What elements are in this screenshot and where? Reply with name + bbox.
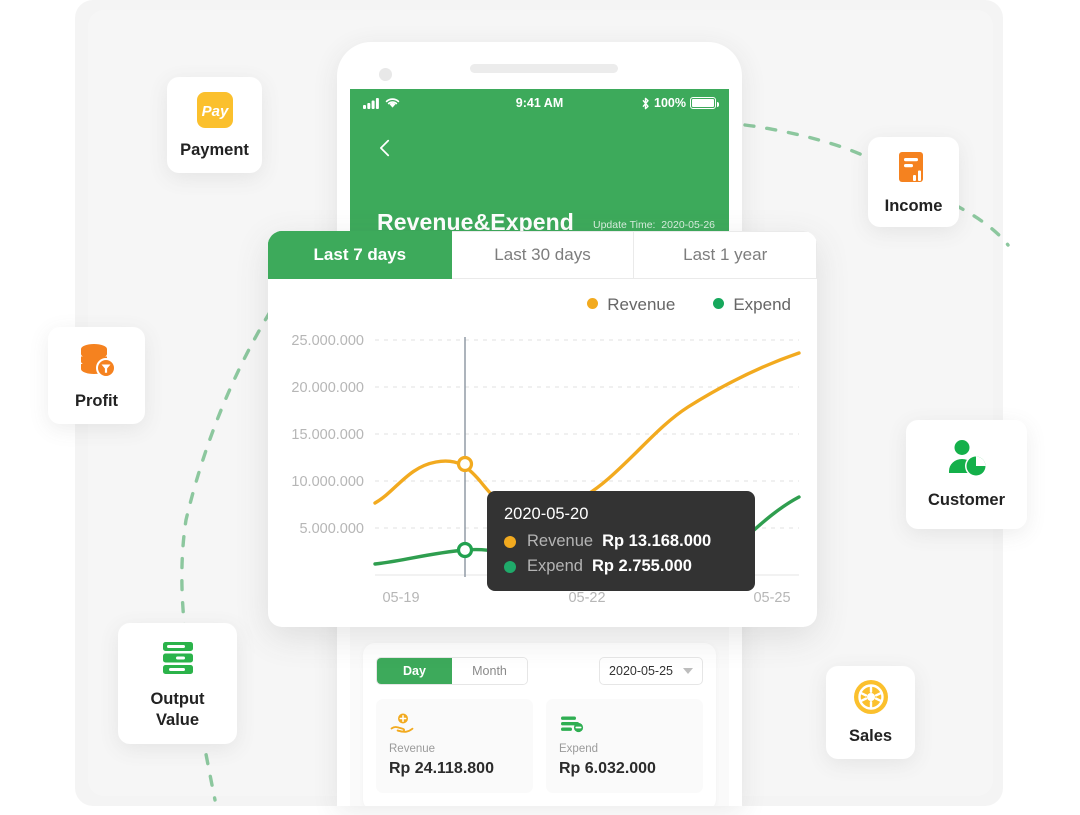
tooltip-expend-value: Rp 2.755.000 bbox=[591, 557, 692, 575]
y-tick-5m: 5.000.000 bbox=[299, 521, 364, 537]
feature-card-income-label: Income bbox=[884, 196, 943, 215]
pay-badge-icon: Pay bbox=[195, 90, 235, 130]
tooltip-revenue-value: Rp 13.168.000 bbox=[602, 532, 712, 550]
tooltip-date: 2020-05-20 bbox=[504, 505, 589, 523]
feature-card-customer[interactable]: Customer bbox=[906, 420, 1027, 529]
update-time-label: Update Time: bbox=[593, 219, 656, 231]
feature-card-output-value-line1: Output bbox=[150, 689, 205, 708]
summary-section: Day Month 2020-05-25 Revenue Rp 24.118.8… bbox=[350, 643, 729, 806]
update-time: Update Time: 2020-05-26 bbox=[593, 219, 715, 231]
period-tab-month[interactable]: Month bbox=[452, 658, 527, 684]
phone-camera-dot bbox=[379, 68, 392, 81]
period-segmented-control[interactable]: Day Month bbox=[376, 657, 528, 685]
kpi-expend[interactable]: Expend Rp 6.032.000 bbox=[546, 699, 703, 793]
period-tab-day[interactable]: Day bbox=[377, 658, 452, 684]
wheel-icon bbox=[852, 678, 890, 716]
chart-card: Last 7 days Last 30 days Last 1 year Rev… bbox=[268, 231, 817, 627]
range-tab-last-1-year[interactable]: Last 1 year bbox=[634, 231, 817, 279]
phone-speaker bbox=[470, 64, 618, 73]
feature-card-output-value-label: Output Value bbox=[150, 689, 204, 730]
chart-x-tick-labels: 05-19 05-22 05-25 bbox=[382, 590, 790, 606]
range-tab-bar[interactable]: Last 7 days Last 30 days Last 1 year bbox=[268, 231, 817, 279]
revenue-dot-icon bbox=[587, 298, 599, 309]
bars-minus-icon bbox=[559, 711, 690, 737]
feature-card-payment[interactable]: Pay Payment bbox=[167, 77, 262, 173]
date-picker-value: 2020-05-25 bbox=[609, 664, 673, 678]
update-time-value: 2020-05-26 bbox=[661, 219, 716, 231]
status-bar-right: 100% bbox=[641, 96, 719, 110]
feature-card-output-value[interactable]: Output Value bbox=[118, 623, 237, 744]
tooltip-expend-name: Expend bbox=[527, 557, 583, 575]
range-tab-last-30-days[interactable]: Last 30 days bbox=[451, 231, 635, 279]
summary-card: Day Month 2020-05-25 Revenue Rp 24.118.8… bbox=[363, 643, 716, 806]
server-stack-icon bbox=[157, 637, 199, 679]
status-bar: 9:41 AM 100% bbox=[350, 89, 729, 117]
feature-card-income[interactable]: Income bbox=[868, 137, 959, 227]
y-tick-15m: 15.000.000 bbox=[291, 427, 364, 443]
date-picker[interactable]: 2020-05-25 bbox=[599, 657, 703, 685]
kpi-revenue-label: Revenue bbox=[389, 743, 436, 755]
battery-percent: 100% bbox=[654, 96, 686, 110]
x-tick-05-25: 05-25 bbox=[753, 590, 790, 606]
summary-controls: Day Month 2020-05-25 bbox=[376, 657, 703, 685]
feature-card-output-value-line2: Value bbox=[155, 710, 200, 729]
expend-dot-icon bbox=[504, 560, 516, 573]
legend-item-revenue[interactable]: Revenue bbox=[587, 295, 675, 315]
feature-card-profit[interactable]: Profit bbox=[48, 327, 145, 424]
chart-marker-expend bbox=[456, 541, 474, 559]
chevron-down-icon bbox=[683, 668, 693, 674]
feature-card-sales[interactable]: Sales bbox=[826, 666, 915, 759]
coins-stack-icon bbox=[76, 339, 118, 381]
screenshot-root: 9:41 AM 100% Revenue&Expend Update Time: bbox=[0, 0, 1080, 815]
range-tab-last-7-days[interactable]: Last 7 days bbox=[268, 231, 452, 279]
chart-tooltip: 2020-05-20 Revenue Rp 13.168.000 Expend … bbox=[487, 491, 755, 591]
feature-card-payment-label: Payment bbox=[180, 140, 249, 159]
feature-card-sales-label: Sales bbox=[848, 727, 893, 746]
svg-text:Pay: Pay bbox=[201, 103, 228, 120]
hand-coin-plus-icon bbox=[389, 711, 520, 737]
back-chevron-icon[interactable] bbox=[374, 137, 396, 159]
expend-dot-icon bbox=[713, 298, 725, 309]
user-piechart-icon bbox=[945, 438, 989, 480]
legend-label-expend: Expend bbox=[733, 295, 791, 314]
kpi-revenue[interactable]: Revenue Rp 24.118.800 bbox=[376, 699, 533, 793]
x-tick-05-19: 05-19 bbox=[382, 590, 419, 606]
chart-plot-area: 25.000.000 20.000.000 15.000.000 10.000.… bbox=[268, 315, 817, 615]
tooltip-revenue-name: Revenue bbox=[527, 532, 594, 550]
y-tick-10m: 10.000.000 bbox=[291, 474, 364, 490]
chart-y-tick-labels: 25.000.000 20.000.000 15.000.000 10.000.… bbox=[291, 333, 364, 537]
document-chart-icon bbox=[895, 148, 933, 186]
tooltip-row-revenue: Revenue Rp 13.168.000 bbox=[504, 532, 738, 551]
chart-marker-revenue bbox=[456, 455, 474, 473]
y-tick-20m: 20.000.000 bbox=[291, 380, 364, 396]
kpi-revenue-value: Rp 24.118.800 bbox=[389, 760, 494, 777]
tooltip-row-expend: Expend Rp 2.755.000 bbox=[504, 557, 738, 576]
x-tick-05-22: 05-22 bbox=[568, 590, 605, 606]
feature-card-customer-label: Customer bbox=[927, 491, 1005, 510]
bluetooth-icon bbox=[642, 97, 649, 109]
y-tick-25m: 25.000.000 bbox=[291, 333, 364, 349]
legend-label-revenue: Revenue bbox=[607, 295, 676, 314]
battery-icon bbox=[690, 97, 719, 109]
kpi-list: Revenue Rp 24.118.800 Expend Rp 6.032.00… bbox=[376, 699, 703, 793]
feature-card-profit-label: Profit bbox=[74, 392, 119, 411]
chart-line-revenue bbox=[373, 351, 801, 513]
revenue-dot-icon bbox=[504, 535, 516, 548]
kpi-expend-label: Expend bbox=[559, 743, 599, 755]
legend-item-expend[interactable]: Expend bbox=[713, 295, 791, 315]
kpi-expend-value: Rp 6.032.000 bbox=[559, 760, 656, 777]
chart-legend: Revenue Expend bbox=[268, 279, 817, 315]
